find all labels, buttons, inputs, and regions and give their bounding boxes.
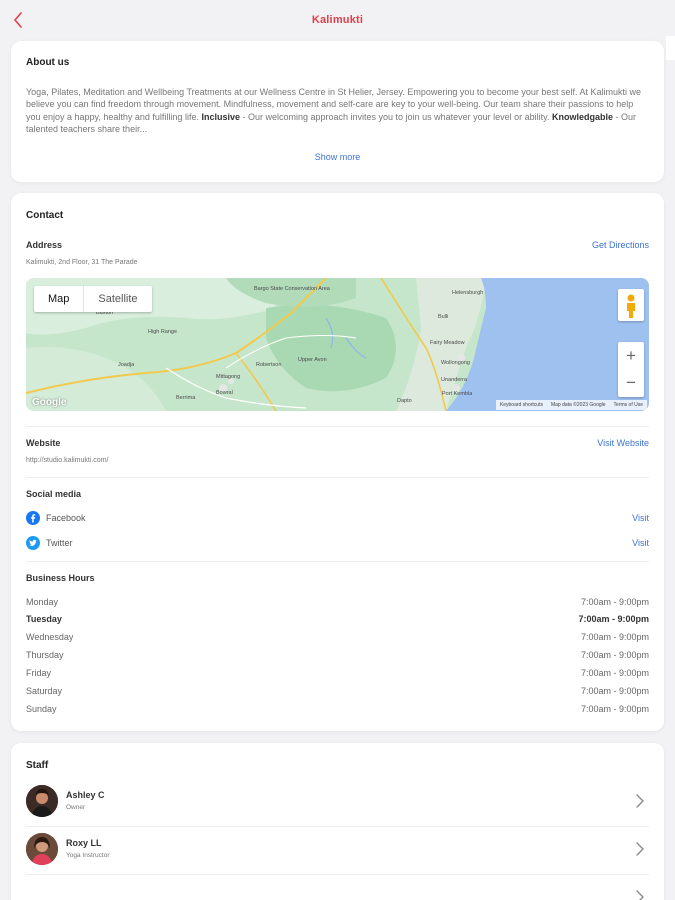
hours-row-sunday: Sunday 7:00am - 9:00pm xyxy=(26,704,649,714)
about-heading: About us xyxy=(26,57,70,68)
staff-card: Staff Ashley C Owner Roxy LL Yoga Instru… xyxy=(11,743,664,900)
staff-heading: Staff xyxy=(26,760,49,771)
hours-day: Friday xyxy=(26,668,52,678)
page-title: Kalimukti xyxy=(311,14,364,26)
about-text-bold: Inclusive xyxy=(201,111,240,122)
map-place-label: Joadja xyxy=(118,362,135,368)
map-place-label: Berrima xyxy=(176,395,196,401)
hours-row-friday: Friday 7:00am - 9:00pm xyxy=(26,668,649,678)
visit-website-link[interactable]: Visit Website xyxy=(597,438,649,448)
staff-row[interactable]: Ashley C Owner xyxy=(26,785,649,831)
divider xyxy=(26,561,649,562)
contact-card: Contact Address Get Directions Kalimukti… xyxy=(11,193,664,731)
map-place-label: Wollongong xyxy=(441,360,470,366)
keyboard-shortcuts-link[interactable]: Keyboard shortcuts xyxy=(500,400,543,410)
website-label: Website xyxy=(26,438,61,448)
map-place-label: Fairy Meadow xyxy=(430,340,465,346)
map-zoom-control: + − xyxy=(618,342,644,397)
map-place-label: High Range xyxy=(148,329,178,335)
about-text-part: - Our welcoming approach invites you to … xyxy=(239,111,552,122)
divider xyxy=(26,826,649,827)
staff-role: Yoga Instructor xyxy=(66,852,110,859)
staff-role: Owner xyxy=(66,804,86,811)
hours-day: Thursday xyxy=(26,650,64,660)
zoom-out-button[interactable]: − xyxy=(618,369,644,396)
hours-time: 7:00am - 9:00pm xyxy=(580,686,649,696)
hours-time: 7:00am - 9:00pm xyxy=(580,704,649,714)
social-media-label: Social media xyxy=(26,489,82,499)
edge-tab xyxy=(666,36,675,60)
facebook-icon xyxy=(26,511,40,525)
map-type-map-button[interactable]: Map xyxy=(34,286,85,312)
chevron-right-icon xyxy=(636,890,644,900)
map-place-label: Bulli xyxy=(438,314,449,320)
map-place-label: Bowral xyxy=(216,390,233,396)
hours-day: Monday xyxy=(26,597,59,607)
map-place-label: Helensburgh xyxy=(452,290,484,296)
about-text-bold: Knowledgable xyxy=(551,111,613,122)
hours-row-tuesday: Tuesday 7:00am - 9:00pm xyxy=(26,614,649,624)
chevron-right-icon xyxy=(636,842,644,856)
hours-row-thursday: Thursday 7:00am - 9:00pm xyxy=(26,650,649,660)
facebook-visit-link[interactable]: Visit xyxy=(632,513,649,523)
address-value: Kalimukti, 2nd Floor, 31 The Parade xyxy=(26,259,138,266)
zoom-in-button[interactable]: + xyxy=(618,342,644,369)
map-place-label: Robertson xyxy=(256,362,282,368)
contact-heading: Contact xyxy=(26,210,64,221)
hours-row-monday: Monday 7:00am - 9:00pm xyxy=(26,597,649,607)
map-place-label: Port Kembla xyxy=(442,391,473,397)
avatar xyxy=(26,785,58,817)
business-hours-label: Business Hours xyxy=(26,573,95,583)
hours-time: 7:00am - 9:00pm xyxy=(580,668,649,678)
hours-day: Wednesday xyxy=(26,632,74,642)
terms-of-use-link[interactable]: Terms of Use xyxy=(614,400,643,410)
social-row-facebook: Facebook xyxy=(26,511,86,525)
map-attribution: Keyboard shortcuts Map data ©2023 Google… xyxy=(495,400,647,410)
map-place-label: Unanderra xyxy=(441,377,467,383)
facebook-label: Facebook xyxy=(46,513,86,523)
social-row-twitter: Twitter xyxy=(26,536,73,550)
map-type-control: Map Satellite xyxy=(34,286,152,312)
divider xyxy=(26,426,649,427)
divider xyxy=(26,477,649,478)
twitter-label: Twitter xyxy=(46,538,73,548)
staff-name: Roxy LL xyxy=(66,838,102,848)
map-data-text: Map data ©2023 Google xyxy=(550,402,606,408)
location-map[interactable]: Bargo State Conservation Area Buxton Hig… xyxy=(26,278,649,411)
hours-time: 7:00am - 9:00pm xyxy=(580,650,649,660)
map-place-label: Upper Avon xyxy=(298,357,327,363)
map-type-satellite-button[interactable]: Satellite xyxy=(84,286,151,312)
staff-row[interactable]: Roxy LL Yoga Instructor xyxy=(26,833,649,879)
hours-time: 7:00am - 9:00pm xyxy=(580,632,649,642)
twitter-visit-link[interactable]: Visit xyxy=(632,538,649,548)
hours-day: Tuesday xyxy=(26,614,62,624)
hours-time: 7:00am - 9:00pm xyxy=(578,614,649,624)
address-label: Address xyxy=(26,240,63,250)
staff-name: Ashley C xyxy=(66,790,105,800)
divider xyxy=(26,874,649,875)
about-text: Yoga, Pilates, Meditation and Wellbeing … xyxy=(26,86,648,136)
avatar xyxy=(26,833,58,865)
hours-day: Sunday xyxy=(26,704,57,714)
website-value: http://studio.kalimukti.com/ xyxy=(26,457,109,464)
chevron-right-icon xyxy=(636,794,644,808)
google-logo: Google xyxy=(32,397,67,408)
hours-row-wednesday: Wednesday 7:00am - 9:00pm xyxy=(26,632,649,642)
map-place-label: Mittagong xyxy=(216,374,241,380)
hours-row-saturday: Saturday 7:00am - 9:00pm xyxy=(26,686,649,696)
street-view-pegman-icon[interactable] xyxy=(618,289,644,321)
twitter-icon xyxy=(26,536,40,550)
back-chevron-icon[interactable] xyxy=(8,9,28,31)
top-bar: Kalimukti xyxy=(0,0,675,40)
about-card: About us Yoga, Pilates, Meditation and W… xyxy=(11,41,664,182)
show-more-link[interactable]: Show more xyxy=(11,152,664,162)
hours-time: 7:00am - 9:00pm xyxy=(580,597,649,607)
map-place-label: Dapto xyxy=(397,398,412,404)
map-place-label: Bargo State Conservation Area xyxy=(254,286,330,292)
hours-day: Saturday xyxy=(26,686,63,696)
staff-row[interactable] xyxy=(26,881,649,900)
get-directions-link[interactable]: Get Directions xyxy=(592,240,649,250)
